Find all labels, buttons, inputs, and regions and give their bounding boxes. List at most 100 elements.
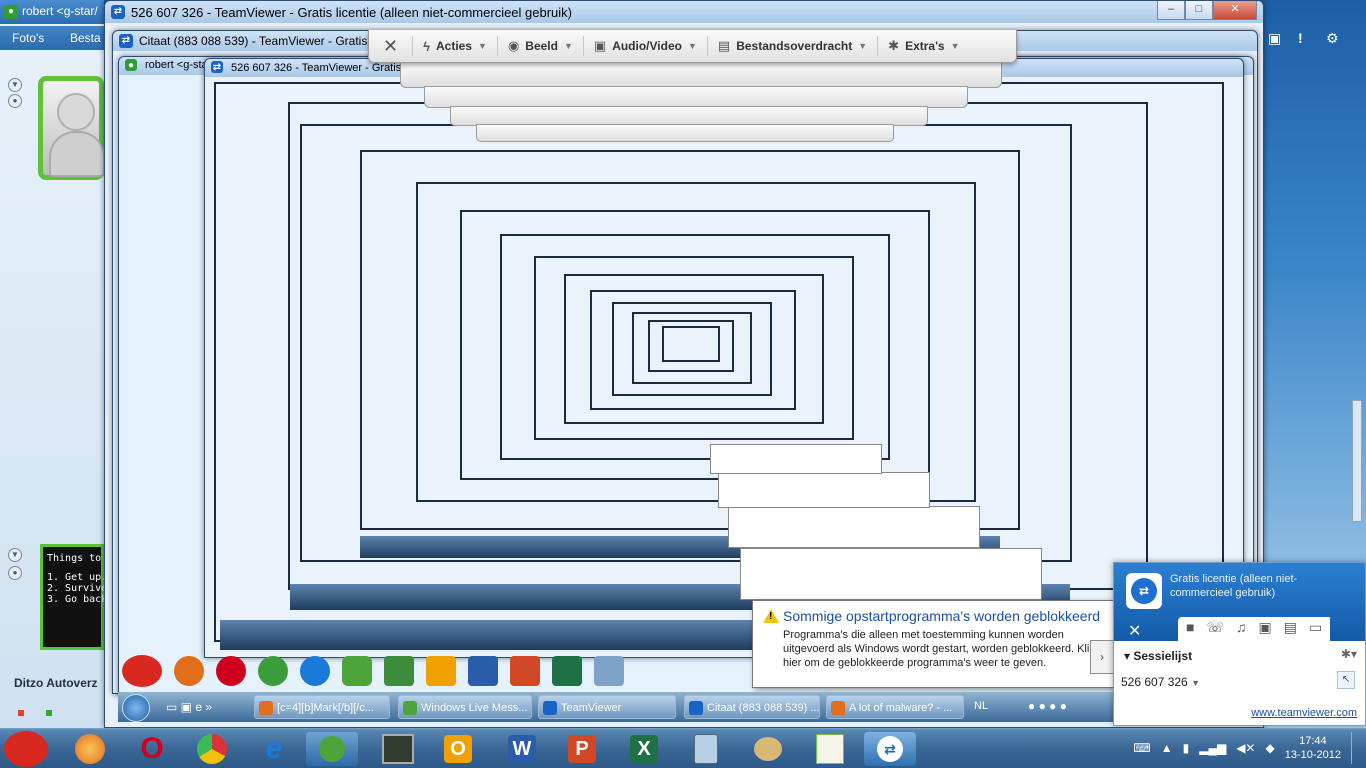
panel-expand-button[interactable]: › — [1090, 640, 1114, 674]
minimize-button[interactable]: – — [1157, 1, 1185, 20]
video-icon[interactable]: ■ — [1186, 619, 1194, 639]
maximize-button[interactable]: □ — [1185, 1, 1213, 20]
opera-icon — [216, 656, 246, 686]
lightning-icon: ϟ — [423, 38, 430, 54]
clock-time: 17:44 — [1299, 735, 1327, 747]
panel-tools: ■ ☏ ♫ ▣ ▤ ▭ — [1178, 617, 1331, 641]
tools-icon: ✱ — [888, 38, 900, 53]
remote-taskbar-button[interactable]: Windows Live Mess... — [398, 695, 532, 719]
teamviewer-icon — [689, 701, 703, 715]
toolbar-label: Extra's — [905, 39, 945, 53]
phone-icon[interactable]: ☏ — [1206, 619, 1224, 639]
note-line: 2. Survive. — [47, 583, 114, 594]
settings-icon[interactable]: ⚙ — [1326, 30, 1339, 47]
balloon-body: Programma's die alleen met toestemming k… — [783, 629, 1095, 669]
nested-balloon — [740, 548, 1042, 600]
notepadpp-icon[interactable] — [804, 732, 856, 766]
taskbar-button-label: [c=4][b]Mark[/b][/c... — [277, 702, 374, 714]
panel-header: ⇄ Gratis licentie (alleen niet-commercie… — [1114, 563, 1365, 641]
toolbar-acties[interactable]: ϟ Acties ▼ — [413, 36, 498, 56]
menu-besta[interactable]: Besta — [70, 31, 101, 45]
system-tray: ⌨ ▲ ▮ ▂▄▆ ◀✕ ◆ 17:44 13-10-2012 — [1133, 732, 1362, 764]
session-list-label: Sessielijst — [1133, 649, 1193, 663]
excel-icon[interactable]: X — [618, 732, 670, 766]
chevron-down-icon: ▼ — [950, 41, 960, 51]
taskbar-button-label: Windows Live Mess... — [421, 702, 528, 714]
chrome-icon[interactable] — [186, 732, 238, 766]
remote-taskbar: ▭ ▣ e » [c=4][b]Mark[/b][/c... Windows L… — [118, 692, 1116, 722]
status-icon[interactable]: ● — [8, 566, 22, 580]
toolbar-label: Bestandsoverdracht — [736, 39, 853, 53]
clock[interactable]: 17:44 13-10-2012 — [1285, 734, 1341, 762]
remote-taskbar-button[interactable]: [c=4][b]Mark[/b][/c... — [254, 695, 390, 719]
toolbar-extras[interactable]: ✱ Extra's ▼ — [878, 36, 969, 56]
remote-pinned-icons — [122, 654, 742, 688]
opera-icon[interactable]: O — [126, 732, 178, 766]
file-icon[interactable]: ▤ — [1284, 619, 1297, 639]
headset-icon[interactable]: ♫ — [1236, 619, 1247, 639]
network-icon[interactable]: ▂▄▆ — [1199, 741, 1226, 755]
gear-icon[interactable]: ✱▾ — [1341, 647, 1357, 661]
powerpoint-icon — [510, 656, 540, 686]
outlook-icon[interactable]: O — [432, 732, 484, 766]
device-icon[interactable]: ▮ — [1183, 741, 1190, 755]
start-button[interactable] — [122, 694, 150, 722]
chevron-down-icon: ▼ — [563, 41, 573, 51]
vpn-icon[interactable]: ▣ — [1268, 30, 1281, 47]
close-icon[interactable]: ✕ — [1128, 621, 1141, 641]
language-indicator[interactable]: NL — [974, 700, 988, 712]
remote-taskbar-button[interactable]: Citaat (883 088 539) ... — [684, 695, 820, 719]
ad-text: Ditzo Autoverz — [14, 676, 98, 690]
teamviewer-icon — [543, 701, 557, 715]
show-desktop-button[interactable] — [1351, 732, 1362, 764]
task-manager-icon[interactable] — [372, 732, 424, 766]
left-app-title: robert <g-star/ — [22, 4, 98, 18]
angry-birds-icon[interactable] — [0, 731, 52, 767]
toolbar-bestandsoverdracht[interactable]: ▤ Bestandsoverdracht ▼ — [708, 36, 879, 56]
dot-icon — [46, 710, 52, 716]
powerpoint-icon[interactable]: P — [556, 732, 608, 766]
dropbox-icon[interactable]: ◆ — [1265, 741, 1274, 755]
firefox-icon[interactable] — [64, 732, 116, 766]
calculator-icon[interactable] — [680, 732, 732, 766]
dot-icon — [18, 710, 24, 716]
nested-toolbar — [424, 86, 968, 108]
keyboard-icon[interactable]: ⌨ — [1133, 741, 1150, 755]
menu-fotos[interactable]: Foto's — [12, 31, 44, 45]
session-list-header[interactable]: ▾ Sessielijst — [1124, 649, 1192, 663]
close-session-button[interactable]: ✕ — [369, 36, 414, 56]
ie-icon[interactable]: e — [248, 732, 300, 766]
status-icon[interactable]: ● — [8, 94, 22, 108]
close-button[interactable]: ✕ — [1213, 1, 1257, 20]
alert-icon[interactable]: ! — [1298, 30, 1303, 46]
firefox-icon — [259, 701, 273, 715]
teamviewer-logo-icon: ⇄ — [1126, 573, 1162, 609]
messenger-icon[interactable] — [306, 732, 358, 766]
scrollbar[interactable] — [1352, 400, 1362, 522]
volume-muted-icon[interactable]: ◀✕ — [1236, 741, 1255, 755]
show-hidden-icon[interactable]: ▲ — [1161, 741, 1173, 755]
toolbar-audio-video[interactable]: ▣ Audio/Video ▼ — [584, 36, 708, 56]
chevron-down-icon[interactable]: ▼ — [8, 548, 22, 562]
chevron-down-icon: ▼ — [687, 41, 697, 51]
paint-icon[interactable] — [742, 732, 794, 766]
nested-toolbar — [450, 106, 928, 126]
teamviewer-link[interactable]: www.teamviewer.com — [1251, 707, 1357, 719]
clock-date: 13-10-2012 — [1284, 749, 1341, 761]
messenger-icon: ● — [4, 5, 18, 19]
chat-icon[interactable]: ▣ — [1258, 619, 1271, 639]
startup-blocked-balloon[interactable]: ! Sommige opstartprogramma's worden gebl… — [752, 600, 1114, 688]
toolbar-beeld[interactable]: ◉ Beeld ▼ — [498, 36, 584, 56]
whiteboard-icon[interactable]: ▭ — [1309, 619, 1322, 639]
note-line: 3. Go back — [47, 594, 108, 605]
pointer-icon[interactable]: ↖ — [1337, 671, 1355, 689]
remote-taskbar-button[interactable]: TeamViewer — [538, 695, 676, 719]
angry-birds-icon — [122, 655, 162, 687]
teamviewer-icon[interactable]: ⇄ — [864, 732, 916, 766]
avatar — [38, 76, 105, 180]
nested-window-title: Citaat (883 088 539) - TeamViewer - Grat… — [139, 34, 379, 48]
remote-taskbar-button[interactable]: A lot of malware? - ... — [826, 695, 964, 719]
chevron-down-icon[interactable]: ▼ — [8, 78, 22, 92]
word-icon[interactable]: W — [496, 732, 548, 766]
session-item[interactable]: 526 607 326 ▼ — [1121, 675, 1200, 689]
